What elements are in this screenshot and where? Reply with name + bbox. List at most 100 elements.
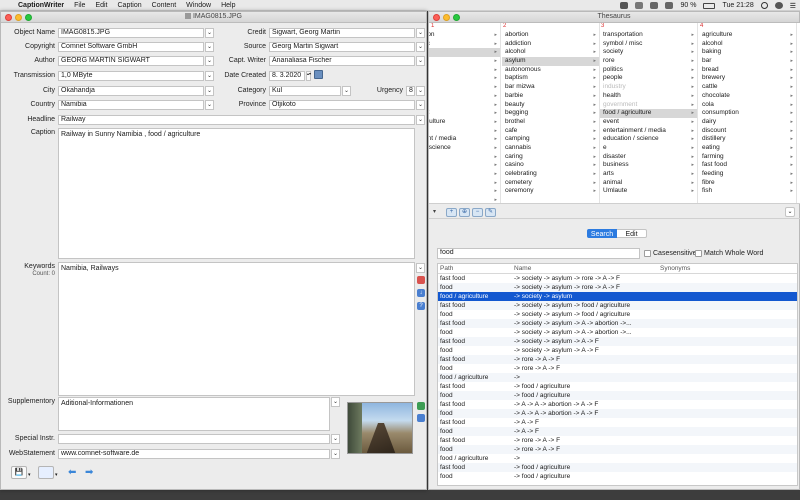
table-row[interactable]: food -> society -> asylum -> rore -> A ->… bbox=[438, 283, 797, 292]
table-row[interactable]: food -> A -> F bbox=[438, 427, 797, 436]
urgency-dropdown[interactable]: ⌄ bbox=[416, 86, 425, 96]
browser-item[interactable]: abortion ▸ bbox=[502, 31, 599, 40]
table-row[interactable]: food -> food / agriculture bbox=[438, 472, 797, 481]
browser-item[interactable]: discount ▸ bbox=[699, 127, 796, 136]
table-row[interactable]: fast food -> rore -> A -> F bbox=[438, 436, 797, 445]
browser-item[interactable]: nal▸ bbox=[429, 187, 500, 196]
table-row[interactable]: fast food -> A -> F bbox=[438, 418, 797, 427]
browser-item[interactable]: food / agriculture ▸ bbox=[600, 109, 697, 118]
menu-edit[interactable]: Edit bbox=[95, 2, 107, 9]
browser-item[interactable]: education / science ▸ bbox=[600, 135, 697, 144]
table-row[interactable]: fast food -> A -> A -> abortion -> A -> F bbox=[438, 400, 797, 409]
province-dropdown[interactable]: ⌄ bbox=[416, 100, 425, 110]
special-instr-field[interactable] bbox=[58, 434, 330, 444]
image-preview[interactable] bbox=[347, 402, 413, 454]
category-dropdown[interactable]: ⌄ bbox=[342, 86, 351, 96]
table-row[interactable]: fast food -> rore -> A -> F bbox=[438, 355, 797, 364]
browser-item[interactable]: animal ▸ bbox=[600, 179, 697, 188]
copyright-dropdown[interactable]: ⌄ bbox=[205, 42, 214, 52]
browser-item[interactable]: bread ▸ bbox=[699, 66, 796, 75]
table-row[interactable]: fast food -> society -> asylum -> A -> F bbox=[438, 337, 797, 346]
supplementary-dropdown[interactable]: ⌄ bbox=[331, 397, 340, 407]
browser-item[interactable]: alcohol ▸ bbox=[699, 40, 796, 49]
menu-help[interactable]: Help bbox=[221, 2, 235, 9]
calendar-icon[interactable] bbox=[314, 70, 323, 79]
browser-item[interactable]: baking ▸ bbox=[699, 48, 796, 57]
search-icon[interactable] bbox=[760, 2, 768, 9]
browser-item[interactable]: ▸ bbox=[429, 127, 500, 136]
table-row[interactable]: food -> society -> asylum -> A -> F bbox=[438, 346, 797, 355]
casesensitive-checkbox[interactable] bbox=[644, 250, 651, 257]
country-dropdown[interactable]: ⌄ bbox=[205, 100, 214, 110]
province-field[interactable]: Otjikoto bbox=[269, 100, 415, 110]
browser-item[interactable]: politics ▸ bbox=[600, 66, 697, 75]
match-whole-word-checkbox[interactable] bbox=[695, 250, 702, 257]
transmission-field[interactable]: 1,0 MByte bbox=[58, 71, 204, 81]
browser-item[interactable]: celebrating ▸ bbox=[502, 170, 599, 179]
browser-item[interactable]: sportation ▸ bbox=[429, 31, 500, 40]
browser-item[interactable]: e▸ bbox=[429, 74, 500, 83]
browser-item[interactable]: ceremony ▸ bbox=[502, 187, 599, 196]
browser-item[interactable]: ute▸ bbox=[429, 196, 500, 203]
battery-percent[interactable]: 90 % bbox=[680, 2, 696, 9]
city-dropdown[interactable]: ⌄ bbox=[205, 86, 214, 96]
browser-item[interactable]: transportation ▸ bbox=[600, 31, 697, 40]
source-field[interactable]: Georg Martin Sigwart bbox=[269, 42, 415, 52]
browser-item[interactable]: asylum ▸ bbox=[502, 57, 599, 66]
browser-item[interactable]: ▸ bbox=[429, 179, 500, 188]
rename-term-icon[interactable]: ✎ bbox=[485, 208, 496, 217]
next-arrow-icon[interactable]: ➡ bbox=[85, 467, 98, 478]
bluetooth-icon[interactable] bbox=[635, 2, 644, 9]
browser-item[interactable]: camping ▸ bbox=[502, 135, 599, 144]
table-row[interactable]: fast food -> society -> asylum -> food / … bbox=[438, 301, 797, 310]
webstatement-field[interactable]: www.comnet-software.de bbox=[58, 449, 330, 459]
browser-item[interactable]: ness▸ bbox=[429, 170, 500, 179]
browser-item[interactable]: disaster ▸ bbox=[600, 153, 697, 162]
browser-item[interactable]: ▸ bbox=[429, 101, 500, 110]
keyword-color-icon[interactable] bbox=[417, 276, 425, 284]
column-header-name[interactable]: Name bbox=[514, 265, 531, 272]
wifi-icon[interactable] bbox=[650, 2, 659, 9]
table-row[interactable]: food -> rore -> A -> F bbox=[438, 364, 797, 373]
export-menu-button[interactable] bbox=[38, 466, 54, 479]
menu-caption[interactable]: Caption bbox=[118, 2, 142, 9]
browser-item[interactable]: autonomous ▸ bbox=[502, 66, 599, 75]
country-field[interactable]: Namibia bbox=[58, 100, 204, 110]
headline-field[interactable]: Railway bbox=[58, 115, 415, 125]
user-avatar-icon[interactable] bbox=[774, 2, 783, 9]
browser-item[interactable]: barbie ▸ bbox=[502, 92, 599, 101]
author-field[interactable]: GEORG MARTIN SIGWART bbox=[58, 56, 204, 66]
table-row[interactable]: fast food -> society -> asylum -> rore ->… bbox=[438, 274, 797, 283]
browser-item[interactable]: distillery ▸ bbox=[699, 135, 796, 144]
export-menu-chevron-icon[interactable]: ▾ bbox=[55, 472, 58, 478]
browser-item[interactable]: y▸ bbox=[429, 48, 500, 58]
capt-writer-dropdown[interactable]: ⌄ bbox=[416, 56, 425, 66]
special-instr-dropdown[interactable]: ⌄ bbox=[331, 434, 340, 444]
browser-item[interactable]: ernment ▸ bbox=[429, 109, 500, 118]
browser-item[interactable]: feeding ▸ bbox=[699, 170, 796, 179]
browser-item[interactable]: health ▸ bbox=[600, 92, 697, 101]
thesaurus-search-input[interactable]: food bbox=[437, 248, 640, 259]
browser-item[interactable]: consumption ▸ bbox=[699, 109, 796, 118]
browser-item[interactable]: baptism ▸ bbox=[502, 74, 599, 83]
browser-item[interactable]: Umlaute ▸ bbox=[600, 187, 697, 196]
source-dropdown[interactable]: ⌄ bbox=[416, 42, 425, 52]
menu-clock[interactable]: Tue 21:28 bbox=[722, 2, 753, 9]
browser-item[interactable]: fast food ▸ bbox=[699, 161, 796, 170]
browser-item[interactable]: fibre ▸ bbox=[699, 179, 796, 188]
notification-center-icon[interactable]: ☰ bbox=[790, 2, 796, 10]
copyright-field[interactable]: Comnet Software GmbH bbox=[58, 42, 204, 52]
browser-item[interactable]: cation / science ▸ bbox=[429, 144, 500, 153]
browser-item[interactable]: dairy ▸ bbox=[699, 118, 796, 127]
browser-item[interactable]: addiction ▸ bbox=[502, 40, 599, 49]
city-field[interactable]: Okahandja bbox=[58, 86, 204, 96]
browser-item[interactable]: cola ▸ bbox=[699, 101, 796, 110]
toolbar-menu-button[interactable]: ⌄ bbox=[785, 207, 795, 217]
browser-item[interactable]: entertainment / media ▸ bbox=[600, 127, 697, 136]
browser-item[interactable]: people ▸ bbox=[600, 74, 697, 83]
battery-icon[interactable] bbox=[703, 2, 716, 9]
browser-item[interactable]: casino ▸ bbox=[502, 161, 599, 170]
browser-item[interactable]: cemetery ▸ bbox=[502, 179, 599, 188]
date-created-field[interactable]: 8. 3.2020 bbox=[269, 71, 305, 81]
browser-item[interactable]: agriculture ▸ bbox=[699, 31, 796, 40]
